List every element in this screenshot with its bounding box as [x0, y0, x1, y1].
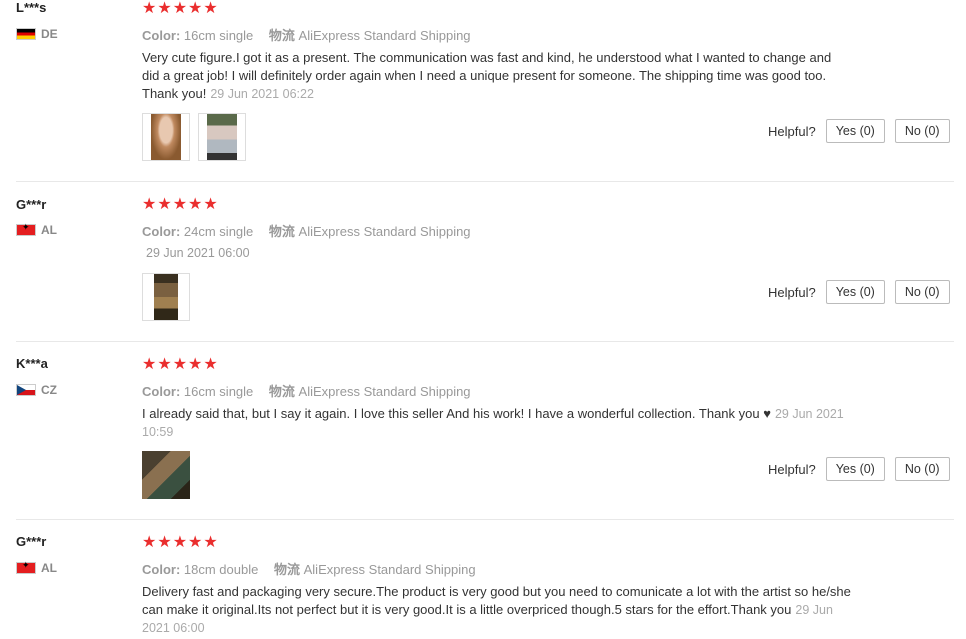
color-label: Color:: [142, 224, 181, 239]
reviewer-name: L***s: [16, 0, 47, 15]
color-label: Color:: [142, 562, 181, 577]
reviewer-country: CZ: [16, 383, 57, 397]
country-code: CZ: [41, 383, 57, 397]
star-icon: ★: [157, 534, 172, 551]
helpful-vote: Helpful? Yes (0) No (0): [768, 280, 950, 304]
review-text: Very cute figure.I got it as a present. …: [142, 49, 852, 103]
review-image-thumbnail[interactable]: [198, 113, 246, 161]
review-meta: Color: 16cm single 物流 AliExpress Standar…: [142, 25, 471, 44]
shipping-value: AliExpress Standard Shipping: [298, 384, 471, 399]
figure-photo-image: [151, 114, 181, 160]
color-value: 18cm double: [183, 562, 259, 577]
star-icon: ★: [188, 0, 203, 17]
color-value: 16cm single: [183, 384, 254, 399]
flag-de-icon: [16, 28, 36, 40]
reviewer-name: K***a: [16, 356, 48, 371]
star-rating: ★ ★ ★ ★ ★: [142, 1, 218, 17]
star-rating: ★ ★ ★ ★ ★: [142, 357, 218, 373]
helpful-yes-button[interactable]: Yes (0): [825, 119, 885, 143]
star-icon: ★: [172, 196, 188, 213]
helpful-no-button[interactable]: No (0): [894, 119, 950, 143]
star-icon: ★: [157, 356, 172, 373]
review-body: I already said that, but I say it again.…: [142, 406, 771, 421]
helpful-no-button[interactable]: No (0): [894, 457, 950, 481]
star-icon: ★: [188, 356, 203, 373]
review-item: K***a CZ ★ ★ ★ ★ ★ Color: 16cm single 物流…: [0, 342, 960, 520]
star-icon: ★: [203, 196, 218, 213]
collection-photo-image: [142, 451, 190, 499]
star-icon: ★: [172, 356, 188, 373]
flag-al-icon: [16, 222, 36, 236]
star-icon: ★: [172, 534, 188, 551]
helpful-no-button[interactable]: No (0): [894, 280, 950, 304]
helpful-vote: Helpful? Yes (0) No (0): [768, 457, 950, 481]
reviewer-country: AL: [16, 560, 57, 575]
star-icon: ★: [203, 356, 218, 373]
review-meta: Color: 24cm single 物流 AliExpress Standar…: [142, 221, 471, 240]
star-icon: ★: [188, 534, 203, 551]
review-text: I already said that, but I say it again.…: [142, 405, 852, 441]
star-icon: ★: [142, 0, 157, 17]
star-icon: ★: [203, 0, 218, 17]
country-code: AL: [41, 223, 57, 237]
star-rating: ★ ★ ★ ★ ★: [142, 535, 218, 551]
shipping-label: 物流: [268, 224, 295, 239]
star-icon: ★: [188, 196, 203, 213]
review-meta: Color: 18cm double 物流 AliExpress Standar…: [142, 559, 476, 578]
review-meta: Color: 16cm single 物流 AliExpress Standar…: [142, 381, 471, 400]
helpful-yes-button[interactable]: Yes (0): [825, 280, 885, 304]
shipping-value: AliExpress Standard Shipping: [303, 562, 476, 577]
review-date: 29 Jun 2021 06:22: [210, 87, 314, 101]
reviewer-name: G***r: [16, 534, 47, 549]
reviewer-name: G***r: [16, 197, 47, 212]
color-value: 24cm single: [183, 224, 254, 239]
shipping-label: 物流: [273, 562, 300, 577]
shipping-label: 物流: [268, 384, 295, 399]
flag-al-icon: [16, 560, 36, 574]
star-icon: ★: [142, 534, 157, 551]
review-item: L***s DE ★ ★ ★ ★ ★ Color: 16cm single 物流…: [0, 0, 960, 182]
star-rating: ★ ★ ★ ★ ★: [142, 197, 218, 213]
flag-cz-icon: [16, 384, 36, 396]
figure-photo-image: [154, 274, 178, 320]
color-label: Color:: [142, 384, 181, 399]
shipping-value: AliExpress Standard Shipping: [298, 224, 471, 239]
star-icon: ★: [203, 534, 218, 551]
shipping-label: 物流: [268, 28, 295, 43]
helpful-yes-button[interactable]: Yes (0): [825, 457, 885, 481]
country-code: AL: [41, 561, 57, 575]
review-images: [142, 113, 246, 161]
color-value: 16cm single: [183, 28, 254, 43]
review-item: G***r AL ★ ★ ★ ★ ★ Color: 24cm single 物流…: [0, 182, 960, 342]
reviewer-country: AL: [16, 222, 57, 237]
helpful-label: Helpful?: [768, 123, 816, 139]
review-image-thumbnail[interactable]: [142, 273, 190, 321]
review-image-thumbnail[interactable]: [142, 113, 190, 161]
review-date: 29 Jun 2021 06:00: [146, 246, 250, 260]
country-code: DE: [41, 27, 58, 41]
shipping-value: AliExpress Standard Shipping: [298, 28, 471, 43]
helpful-label: Helpful?: [768, 284, 816, 300]
review-images: [142, 273, 190, 321]
star-icon: ★: [157, 0, 172, 17]
reviewer-country: DE: [16, 27, 58, 41]
star-icon: ★: [142, 356, 157, 373]
review-text: Delivery fast and packaging very secure.…: [142, 583, 852, 637]
review-images: [142, 451, 190, 499]
color-label: Color:: [142, 28, 181, 43]
helpful-label: Helpful?: [768, 461, 816, 477]
star-icon: ★: [157, 196, 172, 213]
figure-photo-image: [207, 114, 237, 160]
review-item: G***r AL ★ ★ ★ ★ ★ Color: 18cm double 物流…: [0, 520, 960, 639]
review-body: Delivery fast and packaging very secure.…: [142, 584, 851, 617]
review-image-thumbnail[interactable]: [142, 451, 190, 499]
helpful-vote: Helpful? Yes (0) No (0): [768, 119, 950, 143]
star-icon: ★: [142, 196, 157, 213]
star-icon: ★: [172, 0, 188, 17]
